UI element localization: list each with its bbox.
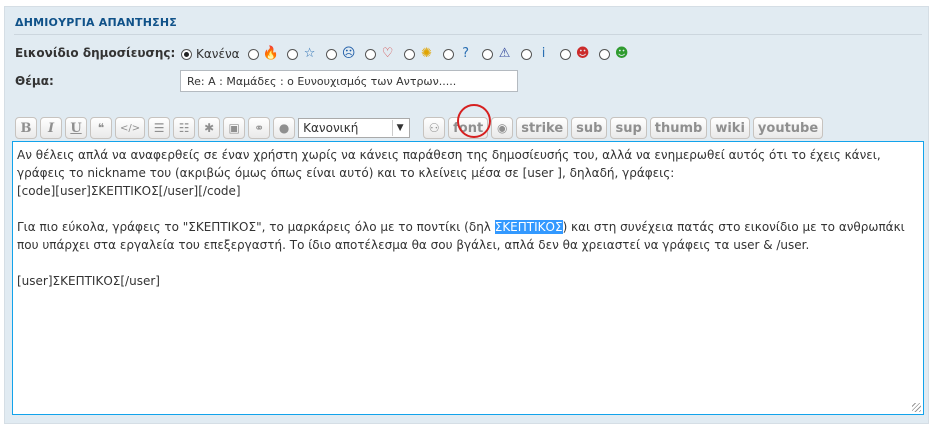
- color-button[interactable]: ●: [273, 117, 296, 139]
- subject-input[interactable]: [180, 70, 518, 92]
- link-button[interactable]: ⚭: [248, 117, 271, 139]
- post-icon-none-label: Κανένα: [196, 47, 240, 61]
- numbered-list-button[interactable]: ☷: [173, 117, 196, 139]
- hide-button[interactable]: ◉: [491, 117, 514, 139]
- editor-paragraph: [user]ΣΚΕΠΤΙΚΟΣ[/user]: [17, 274, 160, 288]
- italic-button[interactable]: I: [40, 117, 62, 139]
- list-icon: ☰: [153, 121, 165, 135]
- post-icon-label: Εικονίδιο δημοσίευσης:: [15, 46, 176, 60]
- code-icon: </>: [120, 122, 141, 134]
- image-icon: ▣: [228, 121, 240, 135]
- link-icon: ⚭: [254, 121, 265, 135]
- editor-paragraph: Αν θέλεις απλά να αναφερθείς σε έναν χρή…: [17, 148, 881, 180]
- editor-text: Για πιο εύκολα, γράφεις το "ΣΚΕΠΤΙΚΟΣ", …: [17, 220, 495, 234]
- color-drop-icon: ●: [278, 121, 290, 135]
- message-editor[interactable]: Αν θέλεις απλά να αναφερθείς σε έναν χρή…: [12, 141, 924, 415]
- star-icon: ☆: [303, 46, 316, 61]
- editor-paragraph: [code][user]ΣΚΕΠΤΙΚΟΣ[/user][/code]: [17, 184, 241, 198]
- user-mention-button[interactable]: ⚇: [423, 117, 446, 139]
- post-icon-radio[interactable]: [403, 48, 415, 60]
- code-button[interactable]: </>: [115, 117, 146, 139]
- editor-toolbar: B I U ❝ </> ☰ ☷ ✱ ▣ ⚭ ● Κανονική ▼ ⚇ fon…: [15, 116, 826, 140]
- underline-button[interactable]: U: [65, 117, 87, 139]
- strike-button[interactable]: strike: [516, 117, 569, 139]
- thumb-button[interactable]: thumb: [649, 117, 708, 139]
- font-size-value: Κανονική: [303, 121, 359, 135]
- youtube-button[interactable]: youtube: [752, 117, 824, 139]
- user-icon: ⚇: [428, 121, 440, 135]
- sub-button[interactable]: sub: [571, 117, 608, 139]
- heart-icon: ♡: [381, 46, 394, 61]
- editor-blank-line: [17, 200, 919, 218]
- editor-paragraph: Για πιο εύκολα, γράφεις το "ΣΚΕΠΤΙΚΟΣ", …: [17, 218, 919, 254]
- font-size-select[interactable]: Κανονική ▼: [298, 118, 411, 138]
- info-icon: i: [541, 46, 546, 61]
- grin-face-icon: ☻: [614, 46, 629, 61]
- post-icon-radio[interactable]: [247, 48, 259, 60]
- surprised-face-icon: ☹: [341, 46, 356, 61]
- bold-button[interactable]: B: [15, 117, 37, 139]
- eye-slash-icon: ◉: [496, 121, 508, 135]
- post-icon-radio[interactable]: [442, 48, 454, 60]
- sup-button[interactable]: sup: [610, 117, 647, 139]
- wiki-button[interactable]: wiki: [710, 117, 750, 139]
- panel-divider: [14, 34, 922, 35]
- asterisk-icon: ✱: [204, 121, 215, 135]
- post-icon-none-radio[interactable]: [181, 48, 192, 60]
- post-icon-radio[interactable]: [520, 48, 532, 60]
- subject-label: Θέμα:: [15, 74, 54, 88]
- post-icon-radio[interactable]: [598, 48, 610, 60]
- resize-grip[interactable]: [912, 403, 921, 412]
- list-button[interactable]: ☰: [148, 117, 171, 139]
- post-icon-radio[interactable]: [286, 48, 298, 60]
- post-icon-radio[interactable]: [559, 48, 571, 60]
- fire-icon: 🔥: [262, 46, 279, 61]
- post-icon-radio[interactable]: [481, 48, 493, 60]
- panel-title: ΔΗΜΙΟΥΡΓΙΑ ΑΠΑΝΤΗΣΗΣ: [15, 16, 177, 29]
- font-button[interactable]: font: [448, 117, 489, 139]
- image-button[interactable]: ▣: [223, 117, 246, 139]
- quote-button[interactable]: ❝: [90, 117, 112, 139]
- angry-face-icon: ☻: [575, 46, 590, 61]
- post-icon-radio[interactable]: [364, 48, 376, 60]
- editor-blank-line: [17, 254, 919, 272]
- lightbulb-icon: ✺: [421, 46, 433, 61]
- question-icon: ?: [462, 46, 470, 61]
- chevron-down-icon: ▼: [392, 120, 407, 136]
- warning-icon: ⚠: [498, 46, 511, 61]
- list-item-button[interactable]: ✱: [198, 117, 221, 139]
- numbered-list-icon: ☷: [178, 121, 190, 135]
- selected-text: ΣΚΕΠΤΙΚΟΣ: [494, 220, 563, 234]
- post-icon-options: Κανένα 🔥 ☆ ☹ ♡ ✺? ⚠ i ☻ ☻: [179, 44, 636, 64]
- post-icon-radio[interactable]: [325, 48, 337, 60]
- quote-icon: ❝: [97, 121, 105, 135]
